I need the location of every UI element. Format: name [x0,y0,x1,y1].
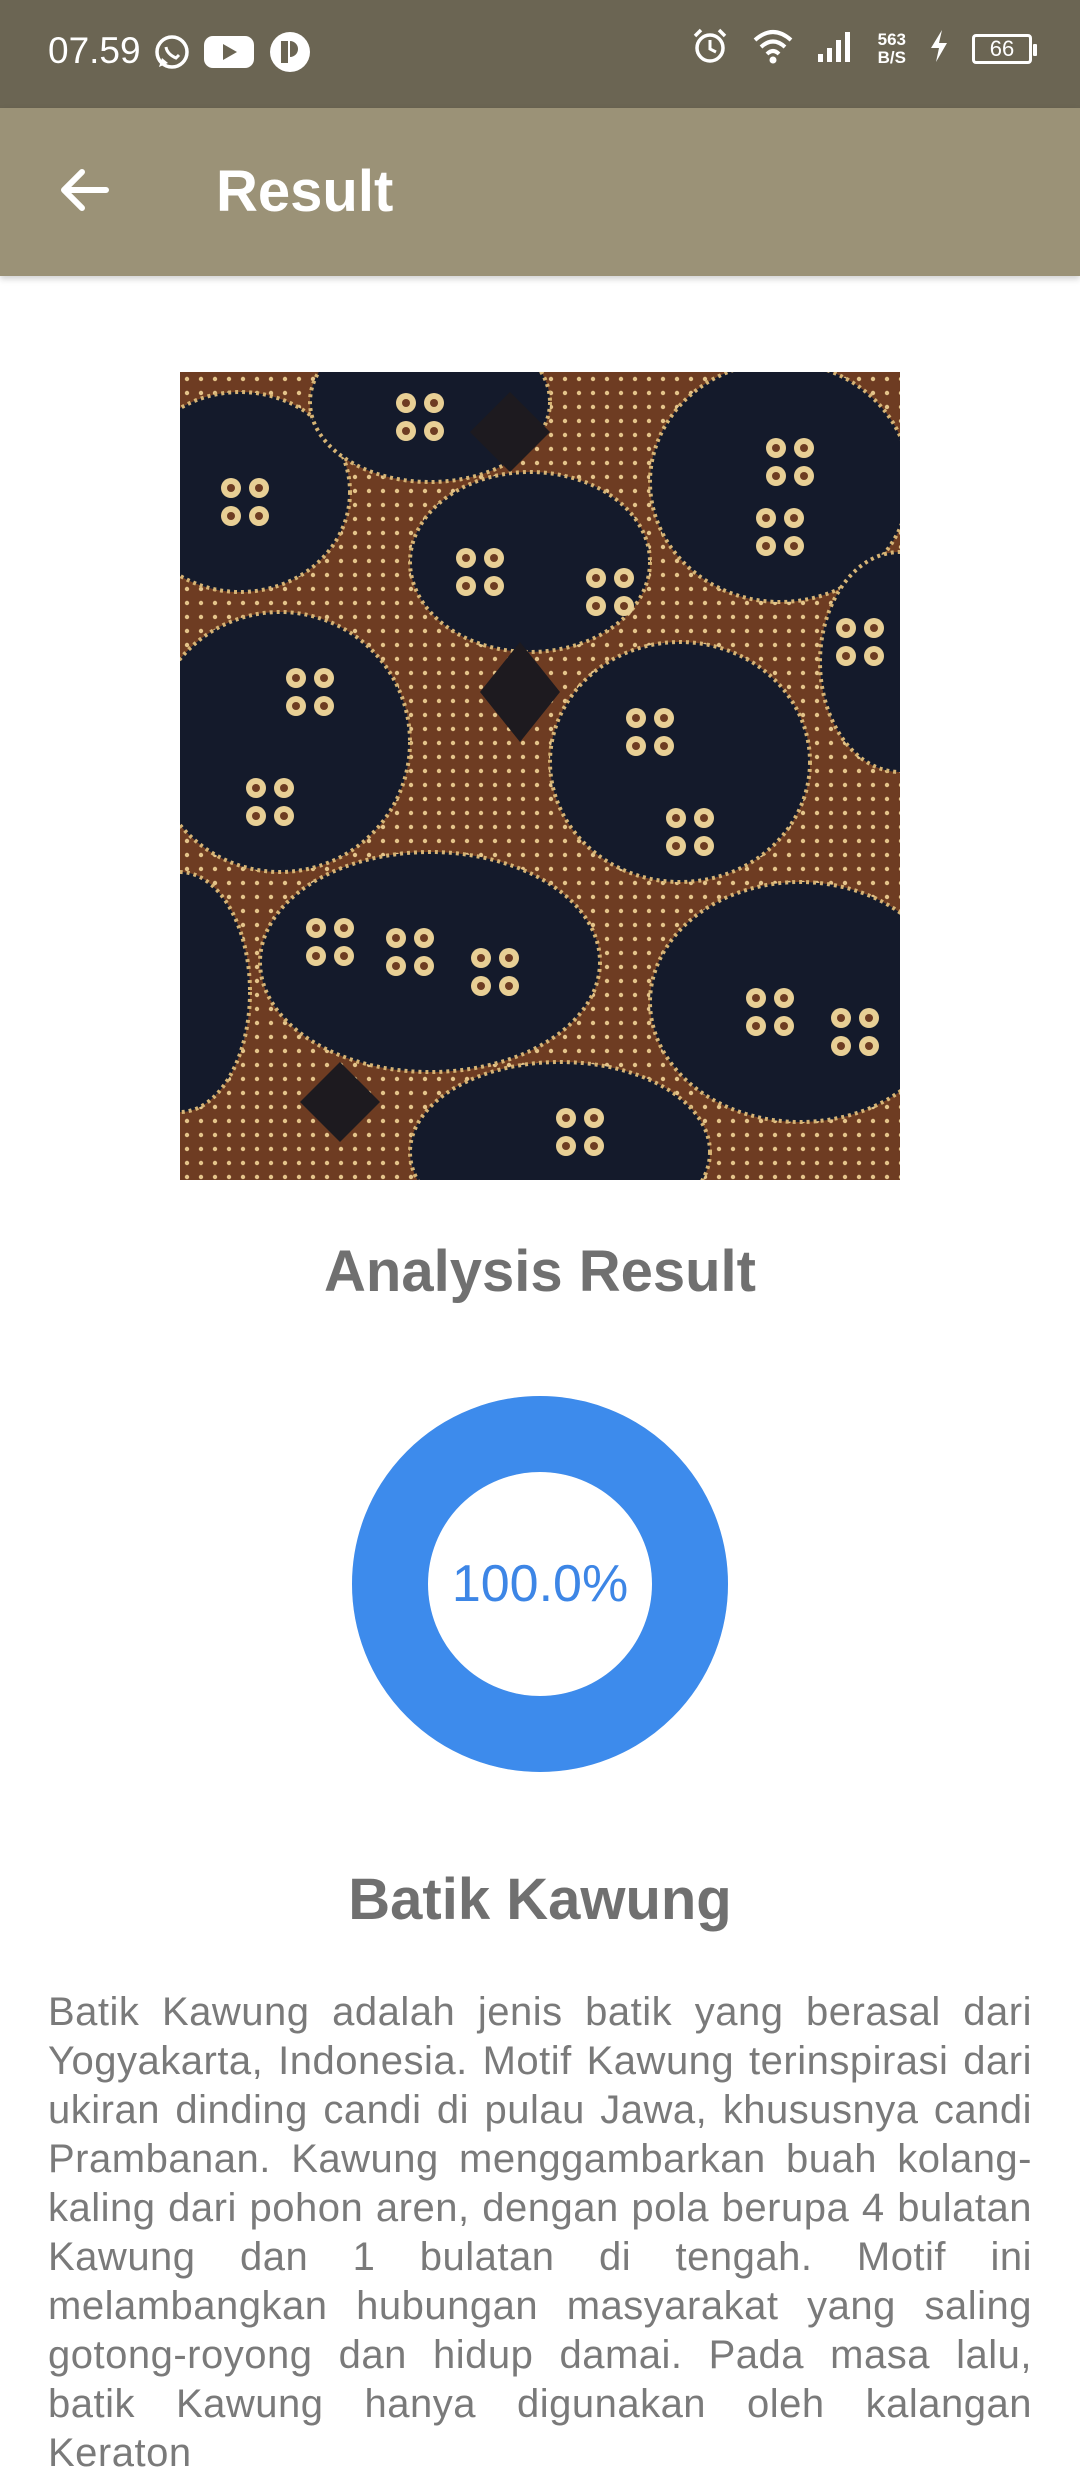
notification-icons [152,30,314,79]
app-bar: Result [0,108,1080,276]
signal-icon [816,28,856,69]
network-speed: 563 B/S [877,29,906,67]
alarm-icon [690,26,730,71]
status-time: 07.59 [48,30,141,71]
result-description: Batik Kawung adalah jenis batik yang ber… [48,1990,1032,2475]
arrow-back-icon [56,162,112,223]
charging-icon [928,28,950,69]
wifi-icon [752,28,794,69]
battery-indicator: 66 [972,33,1037,64]
speed-value: 563 [877,29,906,49]
status-bar: 07.59 563 B/S 66 [0,0,1080,108]
page-title: Result [216,159,394,224]
whatsapp-icon [152,32,192,77]
system-icons: 563 B/S 66 [690,26,1037,71]
analysis-title: Analysis Result [324,1239,756,1304]
batik-photo [180,372,900,1180]
back-button[interactable] [44,152,124,232]
youtube-icon [202,32,256,77]
result-name: Batik Kawung [348,1867,732,1932]
app-icon [266,30,314,79]
confidence-percentage: 100.0% [451,1555,629,1613]
battery-level: 66 [989,35,1015,61]
speed-unit: B/S [877,47,906,67]
